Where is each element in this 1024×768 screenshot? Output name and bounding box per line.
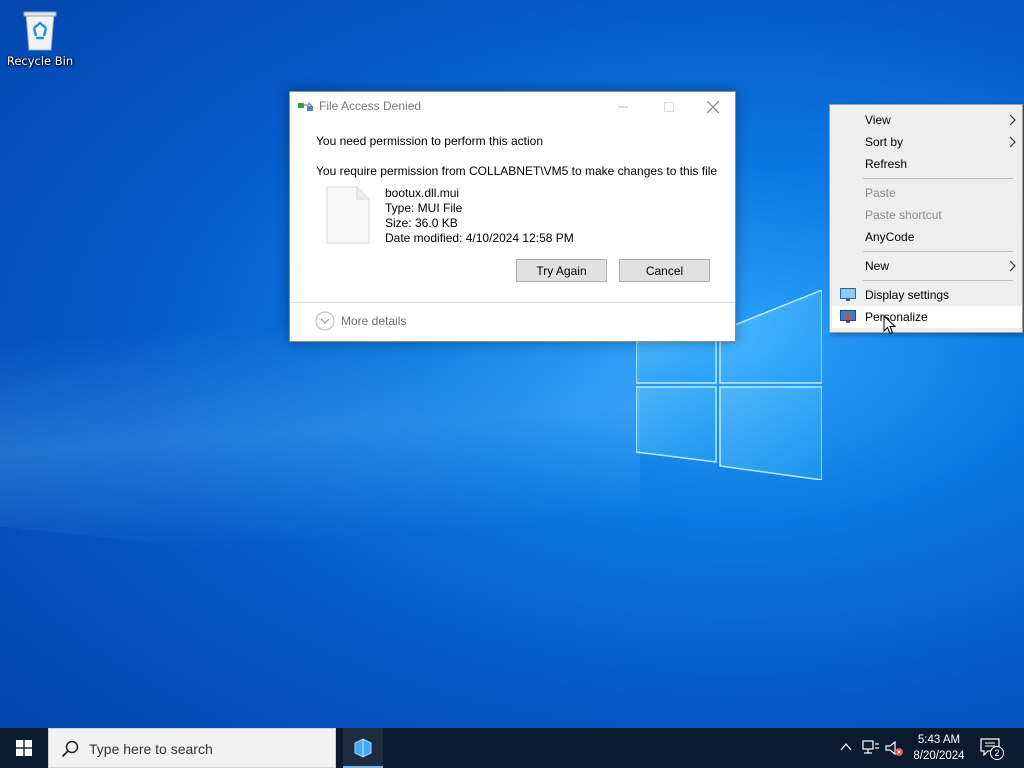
menu-item-view[interactable]: View: [832, 109, 1022, 131]
cancel-button[interactable]: Cancel: [619, 259, 710, 282]
chevron-right-icon: [1009, 260, 1016, 272]
menu-item-anycode[interactable]: AnyCode: [832, 226, 1022, 248]
desktop-icon-label: Recycle Bin: [6, 54, 74, 68]
start-button[interactable]: [0, 728, 48, 768]
chevron-up-icon[interactable]: [840, 742, 852, 752]
desktop-context-menu: View Sort by Refresh Paste Paste shortcu…: [829, 104, 1023, 333]
taskbar-clock[interactable]: 5:43 AM 8/20/2024: [906, 732, 972, 764]
try-again-button[interactable]: Try Again: [516, 259, 607, 282]
desktop-icon-recycle-bin[interactable]: Recycle Bin: [6, 6, 74, 68]
recycle-bin-icon: [23, 11, 57, 51]
file-icon: [326, 186, 370, 244]
menu-separator: [863, 280, 1013, 281]
minimize-button[interactable]: [600, 92, 646, 122]
menu-item-label: New: [865, 259, 890, 273]
file-info: bootux.dll.mui Type: MUI File Size: 36.0…: [385, 186, 574, 246]
menu-separator: [863, 251, 1013, 252]
taskbar-search-box[interactable]: Type here to search: [48, 728, 336, 768]
mouse-cursor-icon: [883, 315, 896, 335]
clock-time: 5:43 AM: [917, 734, 961, 746]
close-button[interactable]: [690, 92, 736, 122]
volume-muted-icon[interactable]: [885, 740, 905, 758]
chevron-down-circle-icon: [315, 311, 335, 331]
menu-item-label: Paste: [865, 186, 896, 200]
dialog-heading: You need permission to perform this acti…: [316, 134, 544, 148]
minimize-icon: [618, 106, 628, 108]
maximize-icon: [664, 102, 674, 112]
menu-item-paste[interactable]: Paste: [832, 182, 1022, 204]
dialog-message: You require permission from COLLABNET\VM…: [316, 164, 718, 178]
file-size: Size: 36.0 KB: [385, 216, 458, 230]
chevron-right-icon: [1009, 114, 1016, 126]
chevron-right-icon: [1009, 136, 1016, 148]
dialog-title: File Access Denied: [319, 99, 422, 113]
menu-item-label: AnyCode: [865, 230, 915, 244]
personalize-icon: [840, 310, 856, 323]
search-icon: [61, 740, 79, 758]
file-access-denied-dialog: File Access Denied You need permission t…: [289, 91, 736, 342]
menu-item-label: View: [865, 113, 891, 127]
file-type: Type: MUI File: [385, 201, 463, 215]
menu-item-personalize[interactable]: Personalize: [832, 306, 1022, 328]
more-details-label: More details: [341, 314, 407, 328]
file-move-icon: [298, 101, 313, 111]
menu-item-sort-by[interactable]: Sort by: [832, 131, 1022, 153]
clock-date: 8/20/2024: [913, 750, 965, 762]
menu-item-label: Display settings: [865, 288, 950, 302]
menu-separator: [863, 178, 1013, 179]
dialog-footer: More details: [290, 302, 735, 342]
maximize-button[interactable]: [646, 92, 692, 122]
more-details-toggle[interactable]: More details: [315, 311, 406, 331]
menu-item-display-settings[interactable]: Display settings: [832, 284, 1022, 306]
menu-item-refresh[interactable]: Refresh: [832, 153, 1022, 175]
app-cube-icon: [354, 738, 372, 758]
search-placeholder: Type here to search: [89, 741, 213, 757]
notification-count-badge: 2: [990, 746, 1004, 760]
menu-item-paste-shortcut[interactable]: Paste shortcut: [832, 204, 1022, 226]
taskbar: Type here to search 5:43 AM 8/20/2024 2: [0, 728, 1024, 768]
dialog-body: You need permission to perform this acti…: [290, 122, 735, 282]
file-date-modified: Date modified: 4/10/2024 12:58 PM: [385, 231, 574, 245]
menu-item-label: Refresh: [865, 157, 908, 171]
windows-start-icon: [16, 740, 32, 756]
close-icon: [707, 101, 719, 113]
menu-item-label: Sort by: [865, 135, 904, 149]
dialog-titlebar[interactable]: File Access Denied: [290, 92, 735, 122]
menu-item-label: Personalize: [865, 310, 928, 324]
menu-item-new[interactable]: New: [832, 255, 1022, 277]
menu-item-label: Paste shortcut: [865, 208, 942, 222]
display-settings-icon: [840, 288, 856, 301]
network-icon[interactable]: [862, 740, 880, 756]
taskbar-app-file-explorer[interactable]: [343, 728, 383, 768]
file-name: bootux.dll.mui: [385, 186, 460, 200]
